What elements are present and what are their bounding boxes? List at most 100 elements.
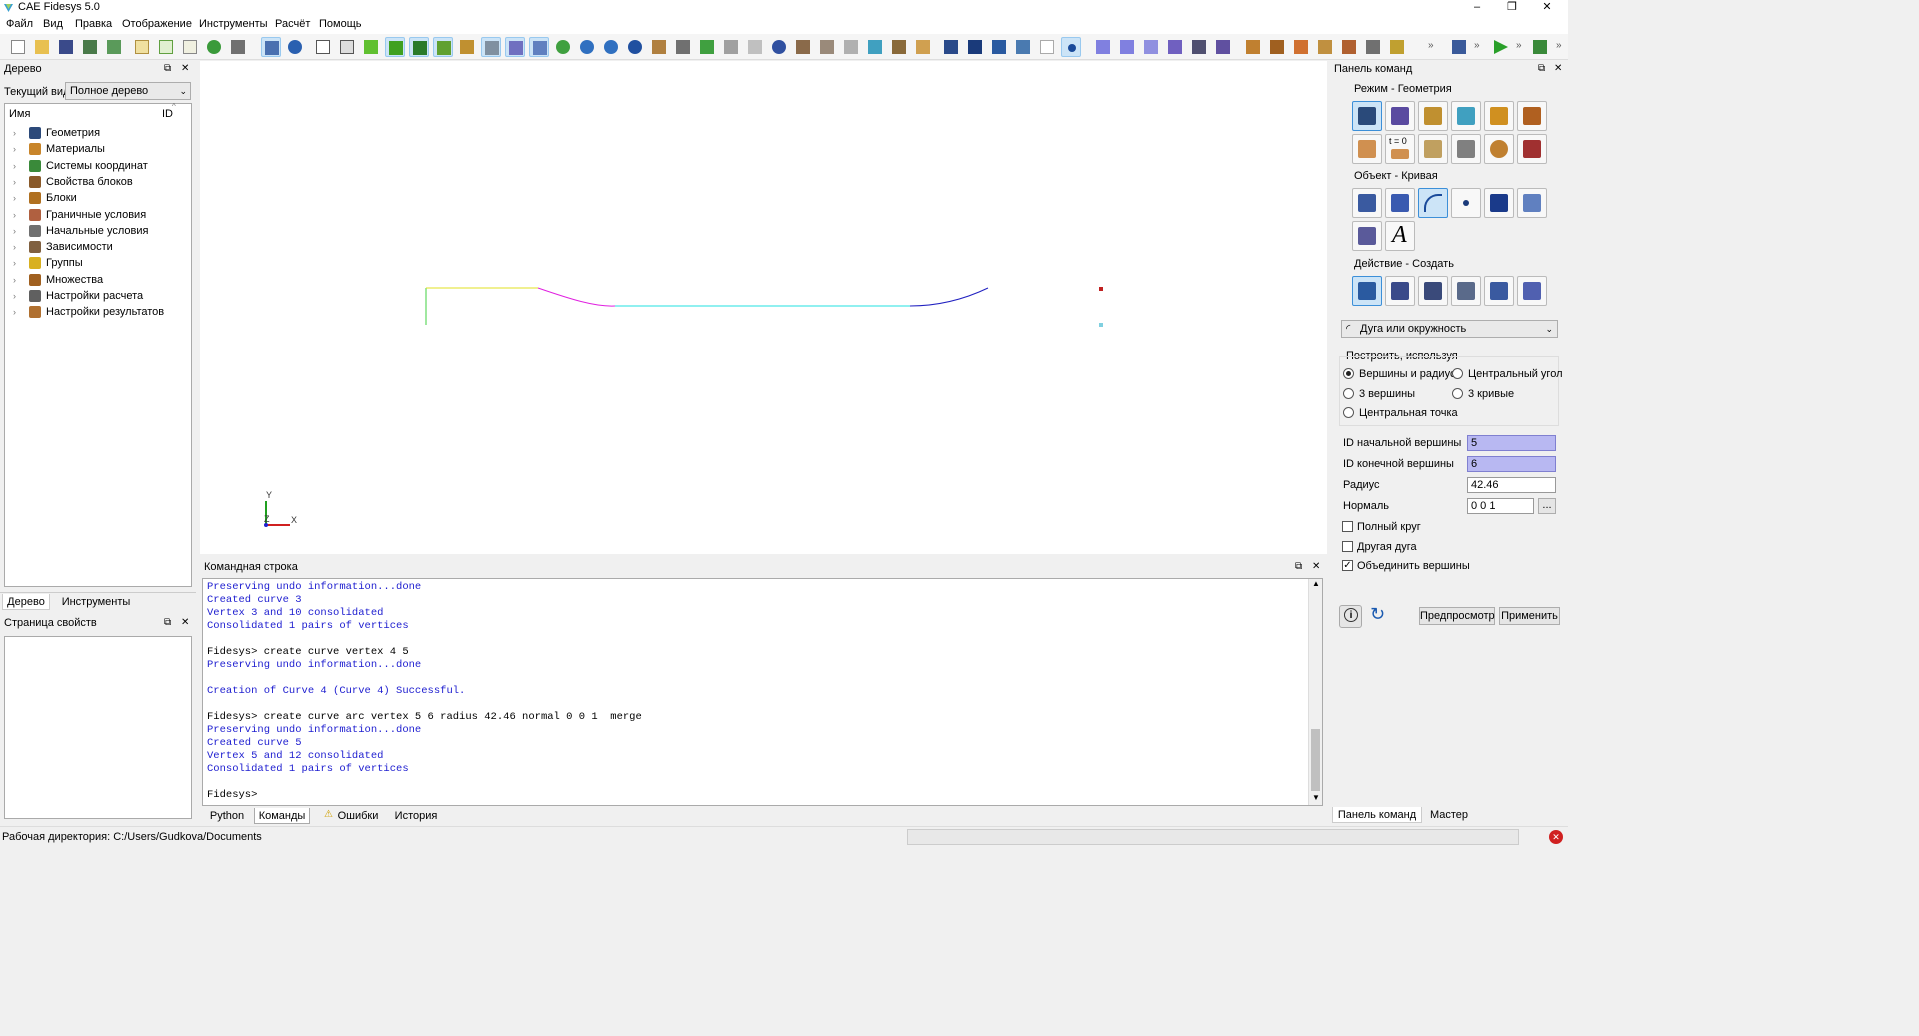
- toolbar-overflow-icon[interactable]: »: [1428, 40, 1434, 51]
- toolbar-overflow-2-icon[interactable]: »: [1474, 40, 1480, 51]
- hex-select-button[interactable]: [1189, 37, 1209, 57]
- object-volume-button[interactable]: [1352, 188, 1382, 218]
- mode-calculation-button[interactable]: [1451, 134, 1481, 164]
- minimize-button[interactable]: –: [1462, 0, 1492, 14]
- radio-three-curves-label[interactable]: 3 кривые: [1468, 388, 1514, 400]
- apply-button[interactable]: Применить: [1499, 607, 1560, 625]
- error-status-icon[interactable]: ✕: [1549, 830, 1563, 844]
- tab-errors[interactable]: Ошибки: [334, 808, 382, 824]
- tab-command-panel[interactable]: Панель команд: [1332, 807, 1422, 823]
- info-button[interactable]: i: [1339, 605, 1362, 628]
- tab-commands[interactable]: Команды: [254, 808, 310, 824]
- formula-button[interactable]: [1387, 37, 1407, 57]
- start-vertex-input[interactable]: 5: [1467, 435, 1556, 451]
- full-circle-label[interactable]: Полный круг: [1357, 521, 1421, 533]
- axes-button[interactable]: [865, 37, 885, 57]
- menu-file[interactable]: Файл: [6, 18, 33, 30]
- expand-arrow-icon[interactable]: ›: [13, 158, 21, 174]
- mode-inspect-button[interactable]: [1517, 134, 1547, 164]
- zoom-out-button[interactable]: [601, 37, 621, 57]
- scroll-down-icon[interactable]: ▼: [1312, 793, 1320, 802]
- view-wireframe-button[interactable]: [313, 37, 333, 57]
- undock-properties-icon[interactable]: ⧉: [164, 616, 171, 630]
- fit-view-button[interactable]: [649, 37, 669, 57]
- mode-blocks-button[interactable]: [1484, 101, 1514, 131]
- mode-mesh-button[interactable]: [1385, 101, 1415, 131]
- expand-arrow-icon[interactable]: ›: [13, 207, 21, 223]
- perspective-button[interactable]: [505, 37, 525, 57]
- select-button[interactable]: [261, 37, 281, 57]
- object-measure-button[interactable]: [1352, 221, 1382, 251]
- toolbar-overflow-4-icon[interactable]: »: [1556, 40, 1562, 51]
- normal-input[interactable]: 0 0 1: [1467, 498, 1534, 514]
- view-geometry-button[interactable]: [409, 37, 429, 57]
- reset-refresh-icon[interactable]: ↻: [1370, 604, 1385, 625]
- view-sphere-button[interactable]: [769, 37, 789, 57]
- radio-three-vertices[interactable]: [1343, 388, 1354, 399]
- mode-dependencies-button[interactable]: [1418, 134, 1448, 164]
- close-panel-icon[interactable]: ✕: [181, 62, 189, 76]
- new-file-button[interactable]: [8, 37, 28, 57]
- constraint-button[interactable]: [1267, 37, 1287, 57]
- expand-arrow-icon[interactable]: ›: [13, 190, 21, 206]
- run-script-button[interactable]: [156, 37, 176, 57]
- tab-tree[interactable]: Дерево: [2, 594, 50, 610]
- surface-select-button[interactable]: [1013, 37, 1033, 57]
- curve-5-arc[interactable]: [909, 287, 989, 307]
- radio-vertices-radius[interactable]: [1343, 368, 1354, 379]
- menu-display[interactable]: Отображение: [122, 18, 192, 30]
- pan-button[interactable]: [625, 37, 645, 57]
- ruler-button[interactable]: [913, 37, 933, 57]
- merge-vertices-label[interactable]: Объединить вершины: [1357, 560, 1470, 572]
- current-view-select[interactable]: Полное дерево ⌄: [65, 82, 191, 100]
- tab-wizard[interactable]: Мастер: [1424, 807, 1474, 823]
- close-console-icon[interactable]: ✕: [1312, 560, 1320, 574]
- create-type-select[interactable]: ◜ Дуга или окружность ⌄: [1341, 320, 1558, 338]
- journal-button[interactable]: [132, 37, 152, 57]
- full-circle-checkbox[interactable]: [1342, 521, 1353, 532]
- console-scrollbar[interactable]: ▲ ▼: [1308, 579, 1322, 805]
- action-delete-button[interactable]: [1484, 276, 1514, 306]
- mode-coordinate-button[interactable]: [1451, 101, 1481, 131]
- rotate-button[interactable]: [553, 37, 573, 57]
- expand-arrow-icon[interactable]: ›: [13, 174, 21, 190]
- export-button[interactable]: [104, 37, 124, 57]
- load-button[interactable]: [1243, 37, 1263, 57]
- normal-browse-button[interactable]: ...: [1538, 498, 1556, 514]
- menu-view[interactable]: Вид: [43, 18, 63, 30]
- view-bottom-button[interactable]: [841, 37, 861, 57]
- expand-arrow-icon[interactable]: ›: [13, 304, 21, 320]
- menu-tools[interactable]: Инструменты: [199, 18, 268, 30]
- expand-arrow-icon[interactable]: ›: [13, 255, 21, 271]
- mode-results-button[interactable]: [1484, 134, 1514, 164]
- action-boolean-button[interactable]: [1517, 276, 1547, 306]
- zoom-in-button[interactable]: [577, 37, 597, 57]
- temperature-button[interactable]: [1339, 37, 1359, 57]
- undock-console-icon[interactable]: ⧉: [1295, 560, 1302, 574]
- bolt-button[interactable]: [1363, 37, 1383, 57]
- expand-arrow-icon[interactable]: ›: [13, 272, 21, 288]
- tet-select-button[interactable]: [1213, 37, 1233, 57]
- mesh-size-button[interactable]: [1449, 37, 1469, 57]
- toolbar-overflow-3-icon[interactable]: »: [1516, 40, 1522, 51]
- view-mesh-button[interactable]: [433, 37, 453, 57]
- curve-select-button[interactable]: [1037, 37, 1057, 57]
- radio-three-curves[interactable]: [1452, 388, 1463, 399]
- view-top-button[interactable]: [745, 37, 765, 57]
- mode-boundary-button[interactable]: [1352, 134, 1382, 164]
- close-command-panel-icon[interactable]: ✕: [1554, 62, 1562, 76]
- preview-button[interactable]: Предпросмотр: [1419, 607, 1495, 625]
- radio-center-point[interactable]: [1343, 407, 1354, 418]
- pressure-button[interactable]: [1315, 37, 1335, 57]
- graphics-viewport[interactable]: X Y Z: [200, 61, 1327, 554]
- vertex-marker[interactable]: [1099, 287, 1103, 291]
- other-arc-checkbox[interactable]: [1342, 541, 1353, 552]
- object-group-button[interactable]: [1484, 188, 1514, 218]
- clipping-button[interactable]: [529, 37, 549, 57]
- object-vertex-button[interactable]: [1451, 188, 1481, 218]
- object-curve-button[interactable]: [1418, 188, 1448, 218]
- curve-3-arc[interactable]: [537, 287, 616, 307]
- action-copy-button[interactable]: [1451, 276, 1481, 306]
- results-button[interactable]: [1530, 37, 1550, 57]
- tab-history[interactable]: История: [390, 808, 442, 824]
